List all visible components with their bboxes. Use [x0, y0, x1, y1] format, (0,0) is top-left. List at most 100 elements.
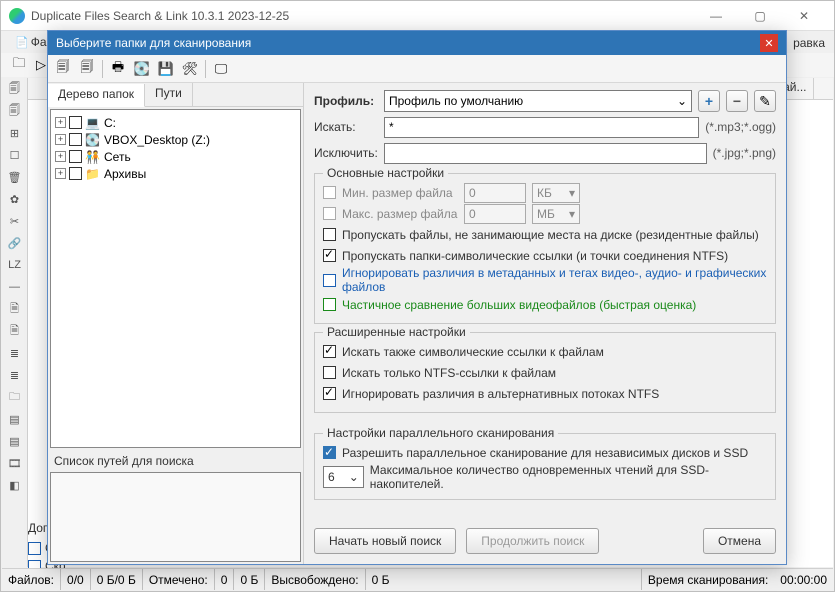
drive-icon: 💽 — [85, 133, 101, 147]
threads-spinner[interactable]: 6⌄ — [323, 466, 364, 488]
strip-icon[interactable]: 🗎 — [6, 322, 24, 340]
strip-icon[interactable]: ✿ — [6, 190, 24, 208]
chevron-down-icon: ⌄ — [677, 94, 687, 108]
strip-icon[interactable]: ⊞ — [6, 124, 24, 142]
checkbox-icon[interactable] — [69, 167, 82, 180]
exclude-label: Исключить: — [314, 146, 378, 160]
menu-file[interactable]: 📄Фа — [11, 33, 51, 51]
checkbox-icon[interactable] — [69, 133, 82, 146]
basic-legend: Основные настройки — [323, 166, 448, 180]
checkbox-icon[interactable] — [323, 446, 336, 459]
checkbox-icon[interactable] — [28, 542, 41, 555]
dialog-close-button[interactable]: ✕ — [760, 34, 778, 52]
strip-icon[interactable]: 🗑 — [6, 168, 24, 186]
strip-icon[interactable]: — — [6, 278, 24, 296]
tab-folder-tree[interactable]: Дерево папок — [48, 84, 145, 107]
save-icon[interactable]: 💾 — [155, 58, 177, 80]
search-label: Искать: — [314, 120, 378, 134]
strip-icon[interactable]: 🎞 — [6, 454, 24, 472]
cancel-button[interactable]: Отмена — [703, 528, 776, 554]
strip-icon[interactable]: ▤ — [6, 410, 24, 428]
minimize-button[interactable]: — — [694, 1, 738, 31]
copy-icon[interactable]: 🗐 — [52, 58, 74, 80]
checkbox-icon[interactable] — [69, 150, 82, 163]
strip-icon[interactable]: ☐ — [6, 146, 24, 164]
max-unit-select: МБ▾ — [532, 204, 580, 224]
strip-icon[interactable]: 🗐 — [6, 80, 24, 98]
folder-tree[interactable]: +💻C: +💽VBOX_Desktop (Z:) +🧑‍🤝‍🧑Сеть +📁Ар… — [50, 109, 301, 448]
folder-icon: 📁 — [85, 167, 101, 181]
start-search-button[interactable]: Начать новый поиск — [314, 528, 456, 554]
toolbar-btn-1[interactable]: 🗀 — [9, 55, 29, 75]
paths-list[interactable] — [50, 472, 301, 562]
status-freed: Высвобождено: — [265, 569, 365, 590]
checkbox-icon[interactable] — [323, 228, 336, 241]
strip-icon[interactable]: 🗀 — [6, 388, 24, 406]
strip-icon[interactable]: 🔗 — [6, 234, 24, 252]
checkbox-icon[interactable] — [323, 249, 336, 262]
screen-icon[interactable]: 🖵 — [210, 58, 232, 80]
chevron-down-icon: ▾ — [569, 186, 575, 200]
app-icon — [9, 8, 25, 24]
exclude-hint: (*.jpg;*.png) — [713, 146, 776, 160]
checkbox-icon[interactable] — [323, 345, 336, 358]
strip-icon[interactable]: 🗐 — [6, 102, 24, 120]
menu-help-partial[interactable]: равка — [793, 36, 825, 50]
exclude-input[interactable] — [384, 143, 707, 164]
main-titlebar: Duplicate Files Search & Link 10.3.1 202… — [1, 1, 834, 31]
max-size-input — [464, 204, 526, 224]
only-ntfs-label: Искать только NTFS-ссылки к файлам — [342, 366, 556, 380]
search-hint: (*.mp3;*.ogg) — [705, 120, 776, 134]
checkbox-icon[interactable] — [323, 387, 336, 400]
expand-icon[interactable]: + — [55, 134, 66, 145]
checkbox-icon[interactable] — [323, 207, 336, 220]
checkbox-icon[interactable] — [69, 116, 82, 129]
tree-label: VBOX_Desktop (Z:) — [104, 133, 210, 147]
status-time-val: 00:00:00 — [774, 569, 833, 590]
strip-icon[interactable]: ✂ — [6, 212, 24, 230]
profile-select[interactable]: Профиль по умолчанию⌄ — [384, 90, 692, 112]
tree-label: C: — [104, 116, 116, 130]
also-symlinks-label: Искать также символические ссылки к файл… — [342, 345, 604, 359]
close-button[interactable]: ✕ — [782, 1, 826, 31]
strip-icon[interactable]: ▤ — [6, 432, 24, 450]
dialog-title: Выберите папки для сканирования — [56, 36, 760, 50]
paste-icon[interactable]: 🗐 — [76, 58, 98, 80]
adv-legend: Расширенные настройки — [323, 325, 470, 339]
printer-icon[interactable]: 🖶 — [107, 58, 129, 80]
partial-video-label: Частичное сравнение больших видеофайлов … — [342, 298, 696, 312]
checkbox-icon[interactable] — [323, 274, 336, 287]
checkbox-icon[interactable] — [323, 298, 336, 311]
maximize-button[interactable]: ▢ — [738, 1, 782, 31]
network-icon: 🧑‍🤝‍🧑 — [85, 150, 101, 164]
expand-icon[interactable]: + — [55, 168, 66, 179]
chevron-down-icon: ⌄ — [349, 470, 359, 484]
strip-icon[interactable]: ≣ — [6, 366, 24, 384]
tool-icon[interactable]: 🛠 — [179, 58, 201, 80]
checkbox-icon[interactable] — [323, 186, 336, 199]
ignore-ads-label: Игнорировать различия в альтернативных п… — [342, 387, 659, 401]
profile-add-button[interactable]: + — [698, 90, 720, 112]
strip-icon[interactable]: ≣ — [6, 344, 24, 362]
expand-icon[interactable]: + — [55, 151, 66, 162]
profile-label: Профиль: — [314, 94, 378, 108]
file-icon: 📄 — [15, 36, 29, 49]
tab-paths[interactable]: Пути — [145, 83, 193, 106]
par-legend: Настройки параллельного сканирования — [323, 426, 558, 440]
scan-dialog: Выберите папки для сканирования ✕ 🗐 🗐 🖶 … — [47, 30, 787, 565]
tree-node: + 💽VBOX_Desktop (Z:) — [55, 131, 296, 148]
parallel-settings-group: Настройки параллельного сканирования Раз… — [314, 433, 776, 500]
expand-icon[interactable]: + — [55, 117, 66, 128]
checkbox-icon[interactable] — [323, 366, 336, 379]
paths-list-label: Список путей для поиска — [48, 450, 303, 472]
profile-remove-button[interactable]: − — [726, 90, 748, 112]
basic-settings-group: Основные настройки Мин. размер файлаКБ▾ … — [314, 173, 776, 324]
strip-icon[interactable]: 🗎 — [6, 300, 24, 318]
strip-icon[interactable]: LZ — [6, 256, 24, 274]
skip-symlinks-label: Пропускать папки-символические ссылки (и… — [342, 249, 728, 263]
strip-icon[interactable]: ◧ — [6, 476, 24, 494]
disk-icon[interactable]: 💽 — [131, 58, 153, 80]
tree-label: Архивы — [104, 167, 146, 181]
profile-edit-button[interactable]: ✎ — [754, 90, 776, 112]
search-input[interactable] — [384, 117, 699, 138]
